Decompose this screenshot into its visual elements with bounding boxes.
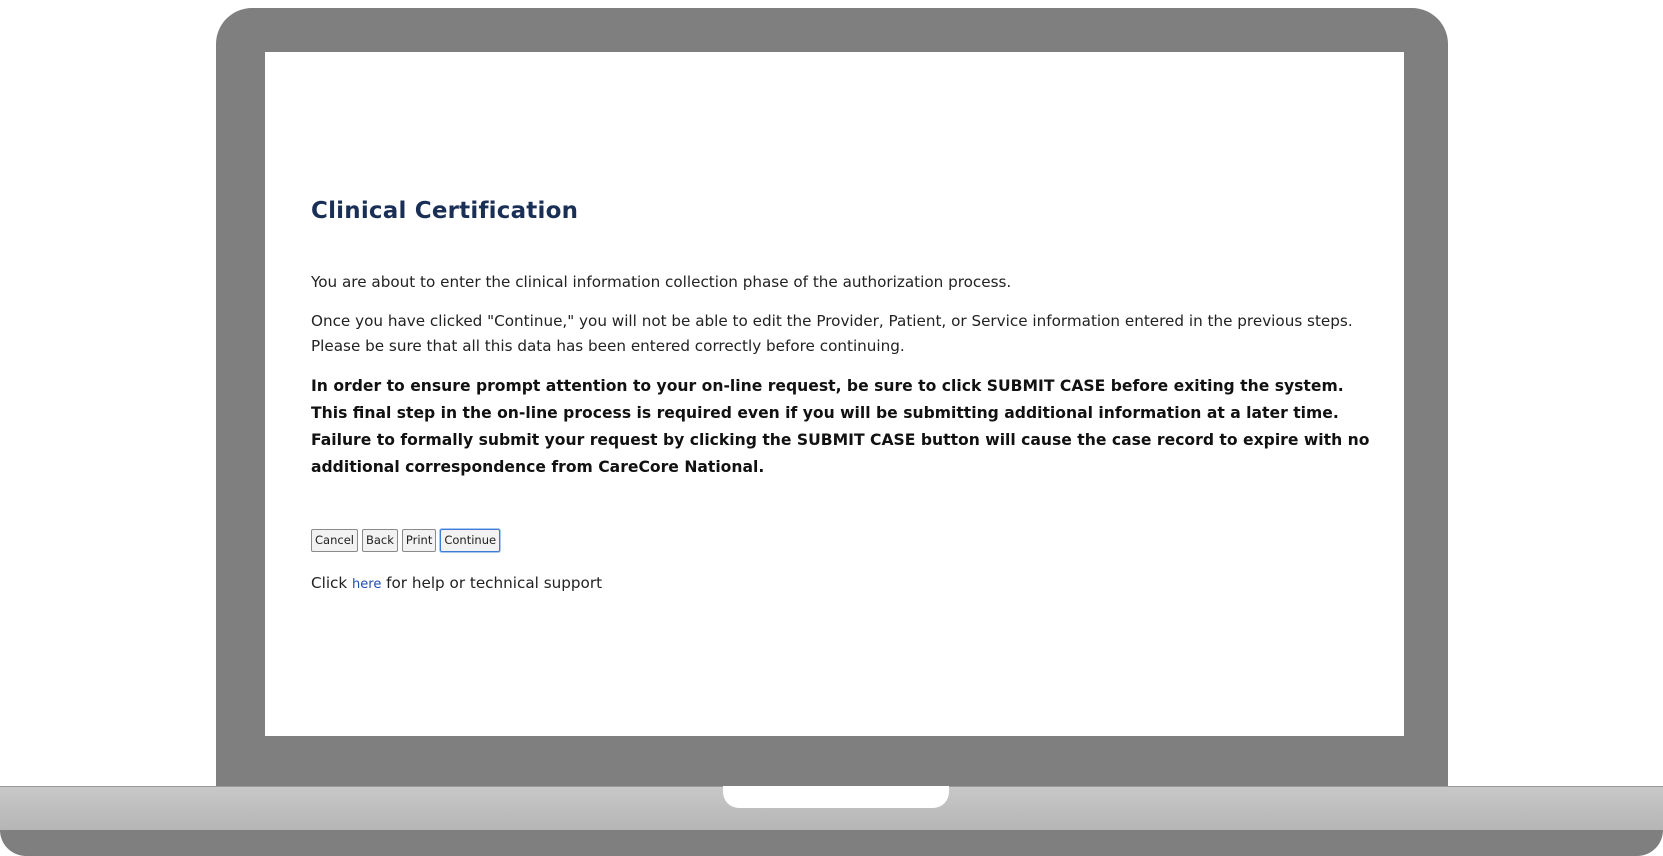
laptop-mockup: Clinical Certification You are about to … bbox=[0, 0, 1663, 856]
back-button[interactable]: Back bbox=[361, 529, 398, 552]
submit-notice-paragraph: In order to ensure prompt attention to y… bbox=[311, 377, 1370, 476]
cancel-button[interactable]: Cancel bbox=[311, 529, 358, 552]
intro-paragraph: You are about to enter the clinical info… bbox=[311, 273, 1012, 291]
laptop-base-bottom bbox=[0, 830, 1663, 856]
button-row: Cancel Back Print Continue bbox=[311, 529, 1371, 552]
continue-button[interactable]: Continue bbox=[440, 529, 501, 552]
help-suffix: for help or technical support bbox=[381, 574, 603, 592]
laptop-notch bbox=[723, 786, 949, 808]
help-text: Click here for help or technical support bbox=[311, 574, 1371, 592]
help-link[interactable]: here bbox=[352, 577, 381, 592]
help-prefix: Click bbox=[311, 574, 353, 592]
warning-paragraph: Once you have clicked "Continue," you wi… bbox=[311, 312, 1353, 355]
laptop-screen: Clinical Certification You are about to … bbox=[265, 52, 1404, 736]
page-content: Clinical Certification You are about to … bbox=[311, 198, 1371, 592]
print-button[interactable]: Print bbox=[401, 529, 437, 552]
page-title: Clinical Certification bbox=[311, 198, 579, 224]
